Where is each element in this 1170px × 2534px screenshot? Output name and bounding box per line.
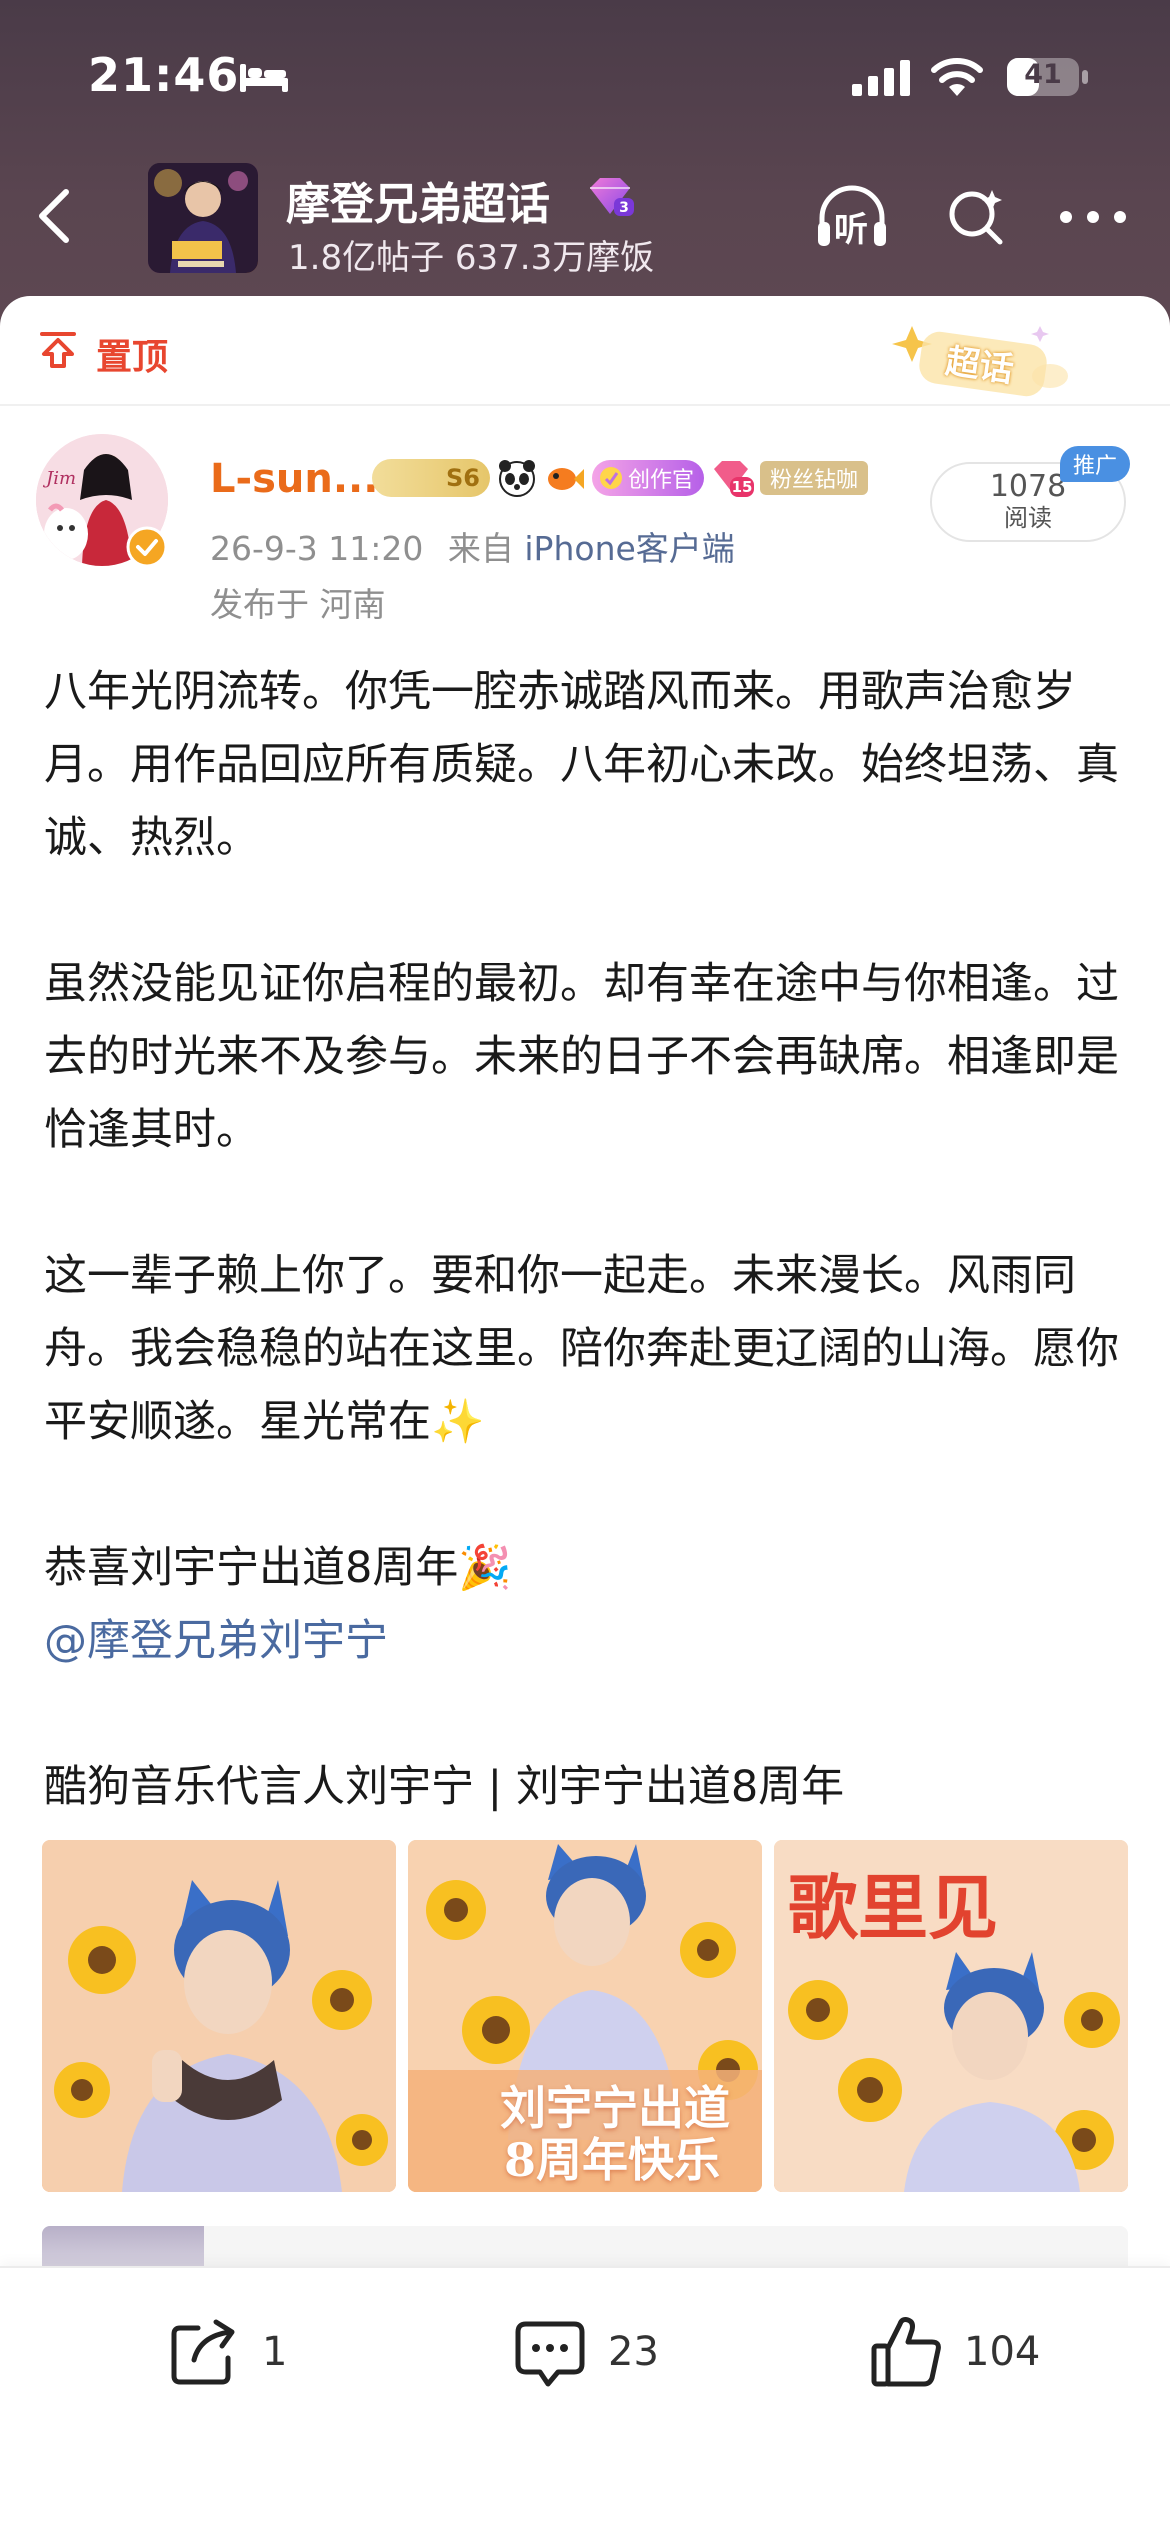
creator-icon bbox=[600, 467, 622, 489]
photo-grid: 刘宇宁出道 8周年快乐 歌里见 bbox=[42, 1840, 1128, 2192]
post-card: 置顶 超话 Jim L-sun... S6 创作官 15 粉丝钻咖 26-9-3… bbox=[0, 296, 1170, 2532]
post-meta: 26-9-3 11:20 来自 iPhone客户端 bbox=[210, 522, 735, 570]
post-location: 发布于 河南 bbox=[210, 585, 386, 624]
creator-badge[interactable]: 创作官 bbox=[592, 460, 705, 496]
post-time: 26-9-3 11:20 bbox=[210, 529, 424, 568]
status-time: 21:46 bbox=[88, 48, 240, 102]
action-bar: 1 23 104 bbox=[0, 2266, 1170, 2534]
post-paragraph: 这一辈子赖上你了。要和你一起走。未来漫长。风雨同舟。我会稳稳的站在这里。陪你奔赴… bbox=[44, 1251, 1119, 1447]
comment-button[interactable]: 23 bbox=[512, 2312, 659, 2392]
promotion-tag: 推广 bbox=[1060, 446, 1130, 482]
group-avatar[interactable] bbox=[148, 163, 258, 273]
post-photo[interactable]: 刘宇宁出道 8周年快乐 bbox=[408, 1840, 762, 2192]
post-source-prefix: 来自 bbox=[447, 529, 514, 568]
post-photo[interactable]: 歌里见 bbox=[774, 1840, 1128, 2192]
thumbs-up-icon bbox=[871, 2317, 941, 2387]
fan-level-number: 15 bbox=[731, 478, 753, 496]
post-paragraph: 虽然没能见证你启程的最初。却有幸在途中与你相逢。过去的时光来不及参与。未来的日子… bbox=[44, 959, 1119, 1155]
comment-icon bbox=[515, 2321, 585, 2387]
mention-link[interactable]: @摩登兄弟刘宇宁 bbox=[44, 1605, 1134, 1678]
photo-caption-line: 8周年快乐 bbox=[504, 2133, 721, 2187]
level-badge[interactable]: S6 bbox=[372, 459, 490, 497]
author-username[interactable]: L-sun... bbox=[210, 456, 378, 502]
wifi-icon bbox=[931, 58, 983, 96]
share-icon bbox=[171, 2319, 235, 2385]
group-header: 21:46 41 摩登兄弟超话 3 1.8亿帖子 637.3万摩饭 听 bbox=[0, 0, 1170, 330]
pinned-row: 置顶 超话 bbox=[0, 296, 1170, 406]
creator-badge-label: 创作官 bbox=[628, 468, 695, 493]
share-button[interactable]: 1 bbox=[166, 2312, 287, 2392]
like-button[interactable]: 104 bbox=[868, 2312, 1040, 2392]
chaohua-badge-label: 超话 bbox=[943, 341, 1016, 391]
group-title[interactable]: 摩登兄弟超话 bbox=[286, 168, 550, 232]
sleep-focus-icon bbox=[240, 64, 288, 92]
sunflower-portrait-image bbox=[42, 1840, 396, 2192]
svg-text:3: 3 bbox=[619, 200, 629, 216]
svg-text:Jim: Jim bbox=[42, 468, 76, 489]
search-icon[interactable] bbox=[944, 184, 1008, 248]
post-paragraph: 八年光阴流转。你凭一腔赤诚踏风而来。用歌声治愈岁月。用作品回应所有质疑。八年初心… bbox=[44, 667, 1119, 863]
group-stats: 1.8亿帖子 637.3万摩饭 bbox=[288, 238, 655, 278]
post-body: 八年光阴流转。你凭一腔赤诚踏风而来。用歌声治愈岁月。用作品回应所有质疑。八年初心… bbox=[44, 656, 1134, 1824]
comment-count: 23 bbox=[608, 2329, 659, 2375]
share-count: 1 bbox=[262, 2329, 288, 2375]
post-source[interactable]: iPhone客户端 bbox=[524, 529, 734, 568]
more-options-icon[interactable] bbox=[1058, 210, 1128, 224]
panda-icon bbox=[499, 460, 535, 497]
like-count: 104 bbox=[964, 2329, 1041, 2375]
pinned-label: 置顶 bbox=[96, 337, 169, 378]
verified-badge-icon bbox=[126, 526, 168, 568]
post-photo[interactable] bbox=[42, 1840, 396, 2192]
battery-level: 41 bbox=[1024, 59, 1062, 90]
post-paragraph: 恭喜刘宇宁出道8周年🎉 bbox=[44, 1543, 512, 1593]
listen-label: 听 bbox=[834, 210, 868, 250]
listen-button[interactable]: 听 bbox=[812, 182, 892, 252]
photo-title: 歌里见 bbox=[788, 1866, 998, 1949]
diamond-level-icon: 3 bbox=[590, 178, 634, 216]
battery-icon: 41 bbox=[1006, 56, 1090, 98]
goldfish-icon bbox=[548, 468, 584, 490]
post-paragraph: 酷狗音乐代言人刘宇宁 | 刘宇宁出道8周年 bbox=[44, 1762, 845, 1812]
fan-level-badge[interactable]: 15 bbox=[710, 457, 755, 499]
reads-label: 阅读 bbox=[1004, 504, 1052, 532]
chaohua-badge: 超话 bbox=[890, 318, 1074, 398]
author-badges: S6 创作官 15 粉丝钻咖 bbox=[372, 456, 869, 500]
cellular-signal-icon bbox=[852, 60, 910, 96]
fan-title-badge[interactable]: 粉丝钻咖 bbox=[760, 461, 869, 495]
back-arrow-icon[interactable] bbox=[30, 186, 80, 246]
pin-top-icon bbox=[40, 332, 76, 368]
